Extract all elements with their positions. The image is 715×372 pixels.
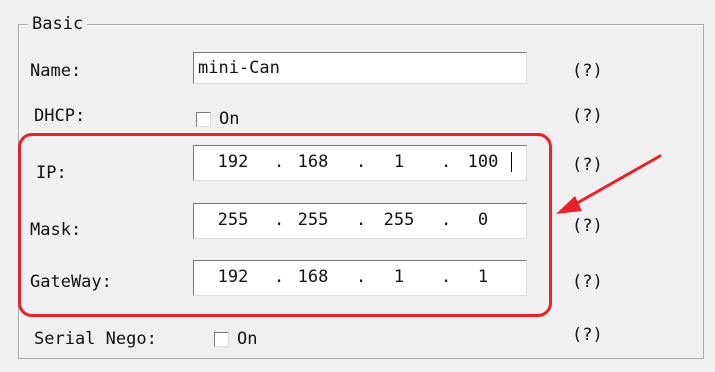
name-help-button[interactable]: (?) <box>572 60 603 82</box>
dhcp-checkbox-label[interactable]: On <box>219 108 239 130</box>
serial-nego-label: Serial Nego: <box>34 329 157 349</box>
gateway-help-button[interactable]: (?) <box>572 271 603 293</box>
dhcp-help-button[interactable]: (?) <box>572 105 603 127</box>
name-label: Name: <box>30 61 82 81</box>
serial-nego-checkbox-row[interactable]: On <box>214 328 257 350</box>
ip-help-button[interactable]: (?) <box>572 154 603 176</box>
name-input[interactable] <box>194 53 526 83</box>
mask-help-button[interactable]: (?) <box>572 215 603 237</box>
groupbox-title: Basic <box>28 14 88 34</box>
name-field-container <box>193 52 527 84</box>
serial-nego-checkbox[interactable] <box>214 331 229 347</box>
dhcp-checkbox[interactable] <box>196 111 211 127</box>
dhcp-checkbox-row[interactable]: On <box>196 108 239 130</box>
serial-nego-help-button[interactable]: (?) <box>572 324 603 346</box>
serial-nego-checkbox-label[interactable]: On <box>237 328 257 350</box>
dhcp-label: DHCP: <box>34 106 86 126</box>
highlight-annotation-box <box>18 133 552 317</box>
